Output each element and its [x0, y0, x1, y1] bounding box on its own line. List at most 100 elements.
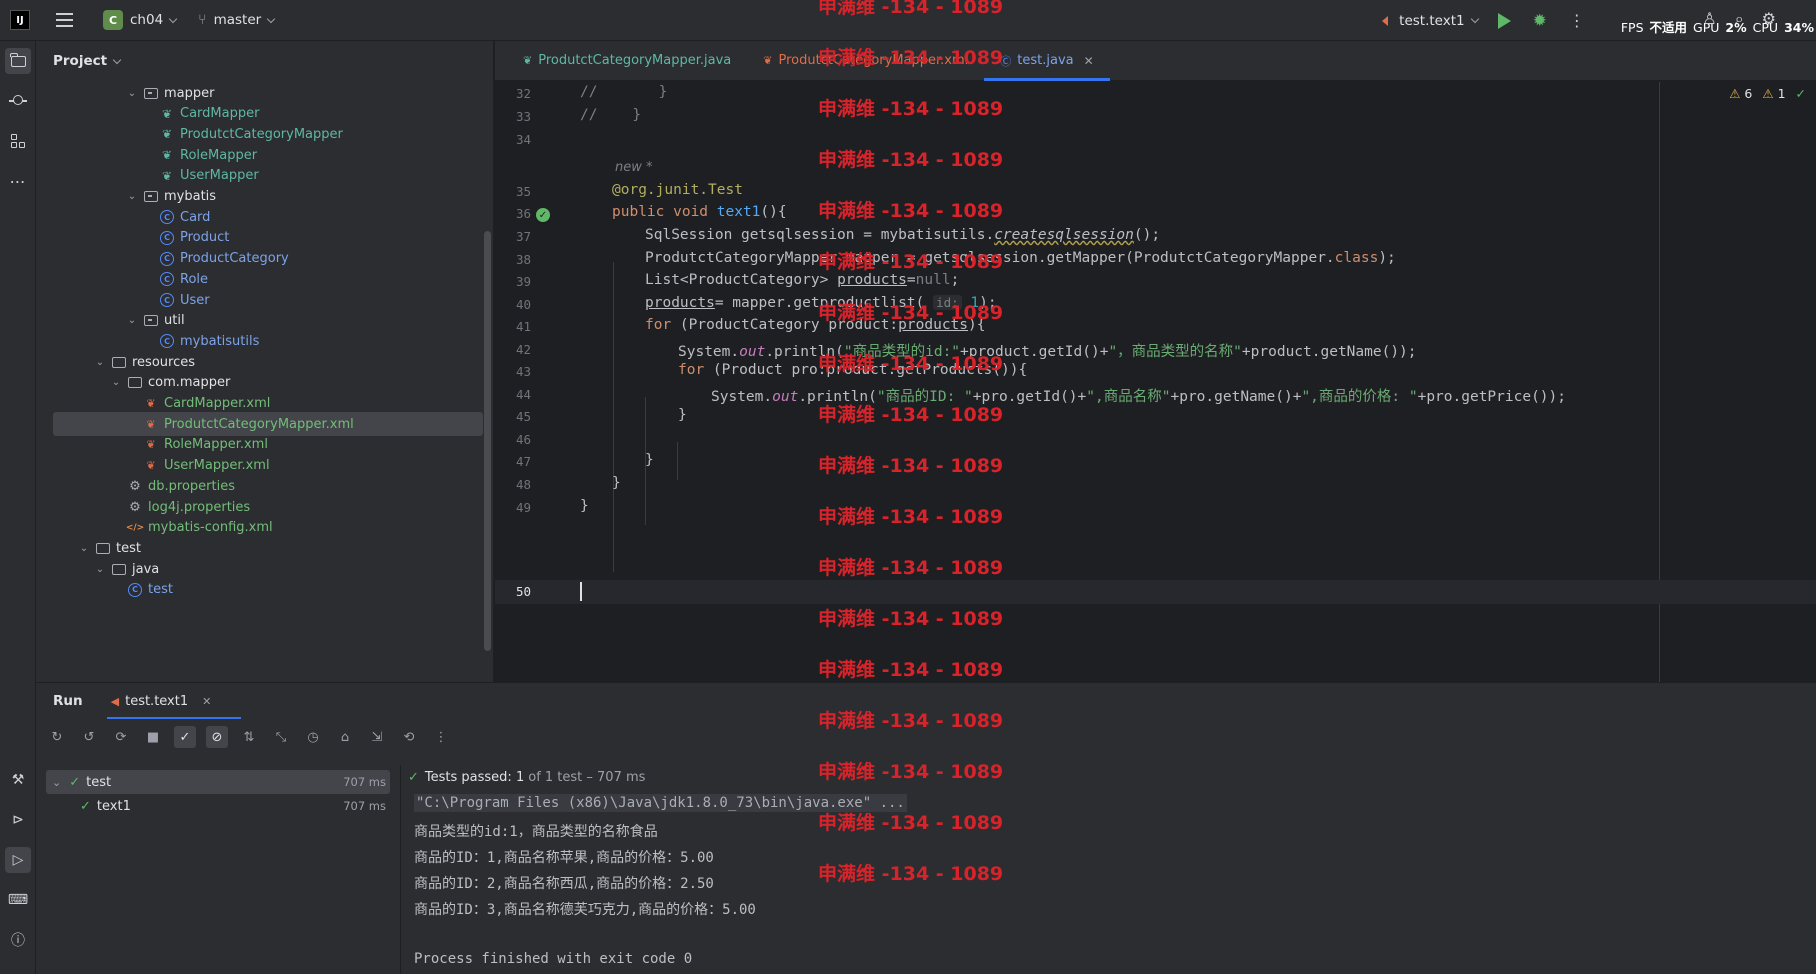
chevron-down-icon[interactable]: ⌄ [126, 191, 138, 202]
text-caret [580, 582, 582, 601]
code-editor[interactable]: 32 33 34 35 36 37 38 39 40 41 42 43 44 45 46 47 48 49 50 ⚠… [495, 82, 1816, 682]
settings-gear-icon[interactable]: ⚙ [1762, 9, 1776, 29]
mapper-interface-icon: ❦ [523, 54, 533, 67]
more-icon[interactable]: ⋮ [430, 726, 452, 748]
line-number: 35 [515, 184, 531, 199]
commit-tool-button[interactable] [5, 88, 31, 114]
more-tools-button[interactable]: ⋯ [5, 168, 31, 194]
structure-icon [11, 134, 25, 148]
stop-icon[interactable]: ■ [142, 726, 164, 748]
show-passed-icon[interactable]: ✓ [174, 726, 196, 748]
tree-item-label: UserMapper.xml [164, 458, 270, 474]
chevron-down-icon[interactable] [168, 14, 178, 23]
xml-file-icon: </> [125, 522, 145, 533]
editor-tab[interactable]: ❦ ProdutctCategoryMapper.xml [747, 41, 984, 80]
folder-icon [96, 542, 110, 554]
toggle-auto-test-icon[interactable]: ⟳ [110, 726, 132, 748]
test-result-row[interactable]: ✓ text1 707 ms [46, 794, 390, 818]
run-button[interactable] [1497, 12, 1511, 29]
tree-item-label: UserMapper [180, 168, 259, 184]
account-icon[interactable]: ♙ [1702, 9, 1716, 29]
console-line-text: 商品的ID：1,商品名称苹果,商品的价格：5.00 [414, 850, 714, 866]
tree-item-label: java [132, 561, 160, 577]
tree-item-label: mapper [164, 85, 215, 101]
test-result-row[interactable]: ⌄ ✓ test 707 ms [46, 770, 390, 794]
line-number: 36 [515, 206, 531, 221]
fps-label: FPS [1620, 19, 1644, 35]
chevron-down-icon[interactable]: ⌄ [94, 357, 106, 368]
screenshot-icon[interactable]: ⌂ [334, 726, 356, 748]
import-icon[interactable]: ⟲ [398, 726, 420, 748]
run-tab-label: test.text1 [125, 693, 189, 709]
collapse-icon[interactable]: ⤡ [270, 726, 292, 748]
tree-item-label: Product [180, 230, 230, 246]
debug-button[interactable]: ✹ [1533, 11, 1547, 31]
java-class-icon: C [160, 293, 174, 307]
git-branch-icon[interactable]: ⑂ [198, 12, 206, 28]
project-panel-header[interactable]: Project [36, 41, 493, 81]
run-panel: Run ◀ test.text1 ✕ ↻ ↺ ⟳ ■ ✓ ⊘ ⇅ ⤡ ◷ ⌂ ⇲… [36, 682, 1816, 974]
tests-passed-detail: of 1 test – 707 ms [528, 770, 646, 785]
test-name: test [86, 774, 112, 790]
project-badge[interactable]: C [103, 10, 123, 30]
param-inlay-hint: id: [933, 295, 962, 310]
rerun-icon[interactable]: ↻ [46, 726, 68, 748]
tree-item-label: Card [180, 209, 211, 225]
rerun-failed-icon[interactable]: ↺ [78, 726, 100, 748]
run-tool-button[interactable]: ▷ [5, 847, 31, 873]
show-ignored-icon[interactable]: ⊘ [206, 726, 228, 748]
problems-tool-button[interactable]: ⓘ [5, 927, 31, 953]
editor-tab[interactable]: Ⓒtest.java ✕ [984, 41, 1111, 81]
editor-tab[interactable]: ❦ ProdutctCategoryMapper.java [507, 41, 747, 80]
editor-tab-label: ProdutctCategoryMapper.xml [778, 53, 969, 68]
console-line: 商品类型的id:1，商品类型的名称食品 [414, 821, 658, 841]
close-icon[interactable]: ✕ [1084, 54, 1094, 68]
project-name[interactable]: ch04 [130, 12, 163, 28]
export-icon[interactable]: ⇲ [366, 726, 388, 748]
tree-item-label: resources [132, 354, 196, 370]
inspection-widget[interactable]: ⚠ 6 ⚠ 1 ✓ [1729, 86, 1806, 101]
search-icon[interactable]: ⌕ [1735, 9, 1744, 29]
package-icon [144, 315, 158, 327]
tree-item-label: RoleMapper [180, 147, 258, 163]
run-config-label: test.text1 [1399, 12, 1465, 29]
line-number: 41 [515, 319, 531, 334]
close-icon[interactable]: ✕ [202, 695, 211, 708]
tree-item[interactable]: Ctest [36, 578, 483, 602]
line-number: 38 [515, 252, 531, 267]
project-scrollbar[interactable] [484, 231, 491, 651]
line-number: 48 [515, 477, 531, 492]
terminal-tool-button[interactable]: ⌨ [5, 887, 31, 913]
chevron-down-icon[interactable]: ⌄ [126, 315, 138, 326]
chevron-down-icon[interactable]: ⌄ [78, 543, 90, 554]
chevron-down-icon [112, 55, 122, 64]
branch-name[interactable]: master [214, 12, 262, 28]
chevron-down-icon[interactable]: ⌄ [110, 377, 122, 388]
line-number: 39 [515, 274, 531, 289]
passed-check-icon: ✓ [69, 774, 81, 790]
properties-file-icon: ⚙ [129, 499, 141, 515]
chevron-down-icon[interactable] [266, 14, 276, 23]
run-console[interactable]: ✓ Tests passed: 1 of 1 test – 707 ms "C:… [402, 765, 1816, 974]
build-tool-button[interactable]: ⚒ [5, 767, 31, 793]
check-icon: ✓ [408, 770, 419, 785]
chevron-down-icon[interactable]: ⌄ [126, 88, 138, 99]
app-logo-icon: IJ [10, 10, 30, 30]
tree-item-label: User [180, 292, 210, 308]
history-icon[interactable]: ◷ [302, 726, 324, 748]
services-tool-button[interactable]: ⊳ [5, 807, 31, 833]
title-bar: IJ C ch04 ⑂ master test.text1 ✹ ⋮ FPS 不适… [0, 0, 1816, 41]
current-line-highlight [495, 580, 1816, 604]
run-configuration-selector[interactable]: test.text1 [1377, 12, 1479, 29]
main-menu-icon[interactable] [56, 13, 73, 27]
chevron-down-icon[interactable]: ⌄ [94, 564, 106, 575]
sort-icon[interactable]: ⇅ [238, 726, 260, 748]
chevron-down-icon[interactable]: ⌄ [52, 776, 61, 789]
folder-icon [128, 377, 142, 389]
run-tab[interactable]: ◀ test.text1 ✕ [106, 683, 241, 719]
console-line: 商品的ID：1,商品名称苹果,商品的价格：5.00 [414, 847, 714, 867]
structure-tool-button[interactable] [5, 128, 31, 154]
more-actions-icon[interactable]: ⋮ [1569, 11, 1585, 30]
test-passed-gutter-icon[interactable]: ✓ [536, 208, 550, 222]
project-tool-button[interactable] [5, 48, 31, 74]
